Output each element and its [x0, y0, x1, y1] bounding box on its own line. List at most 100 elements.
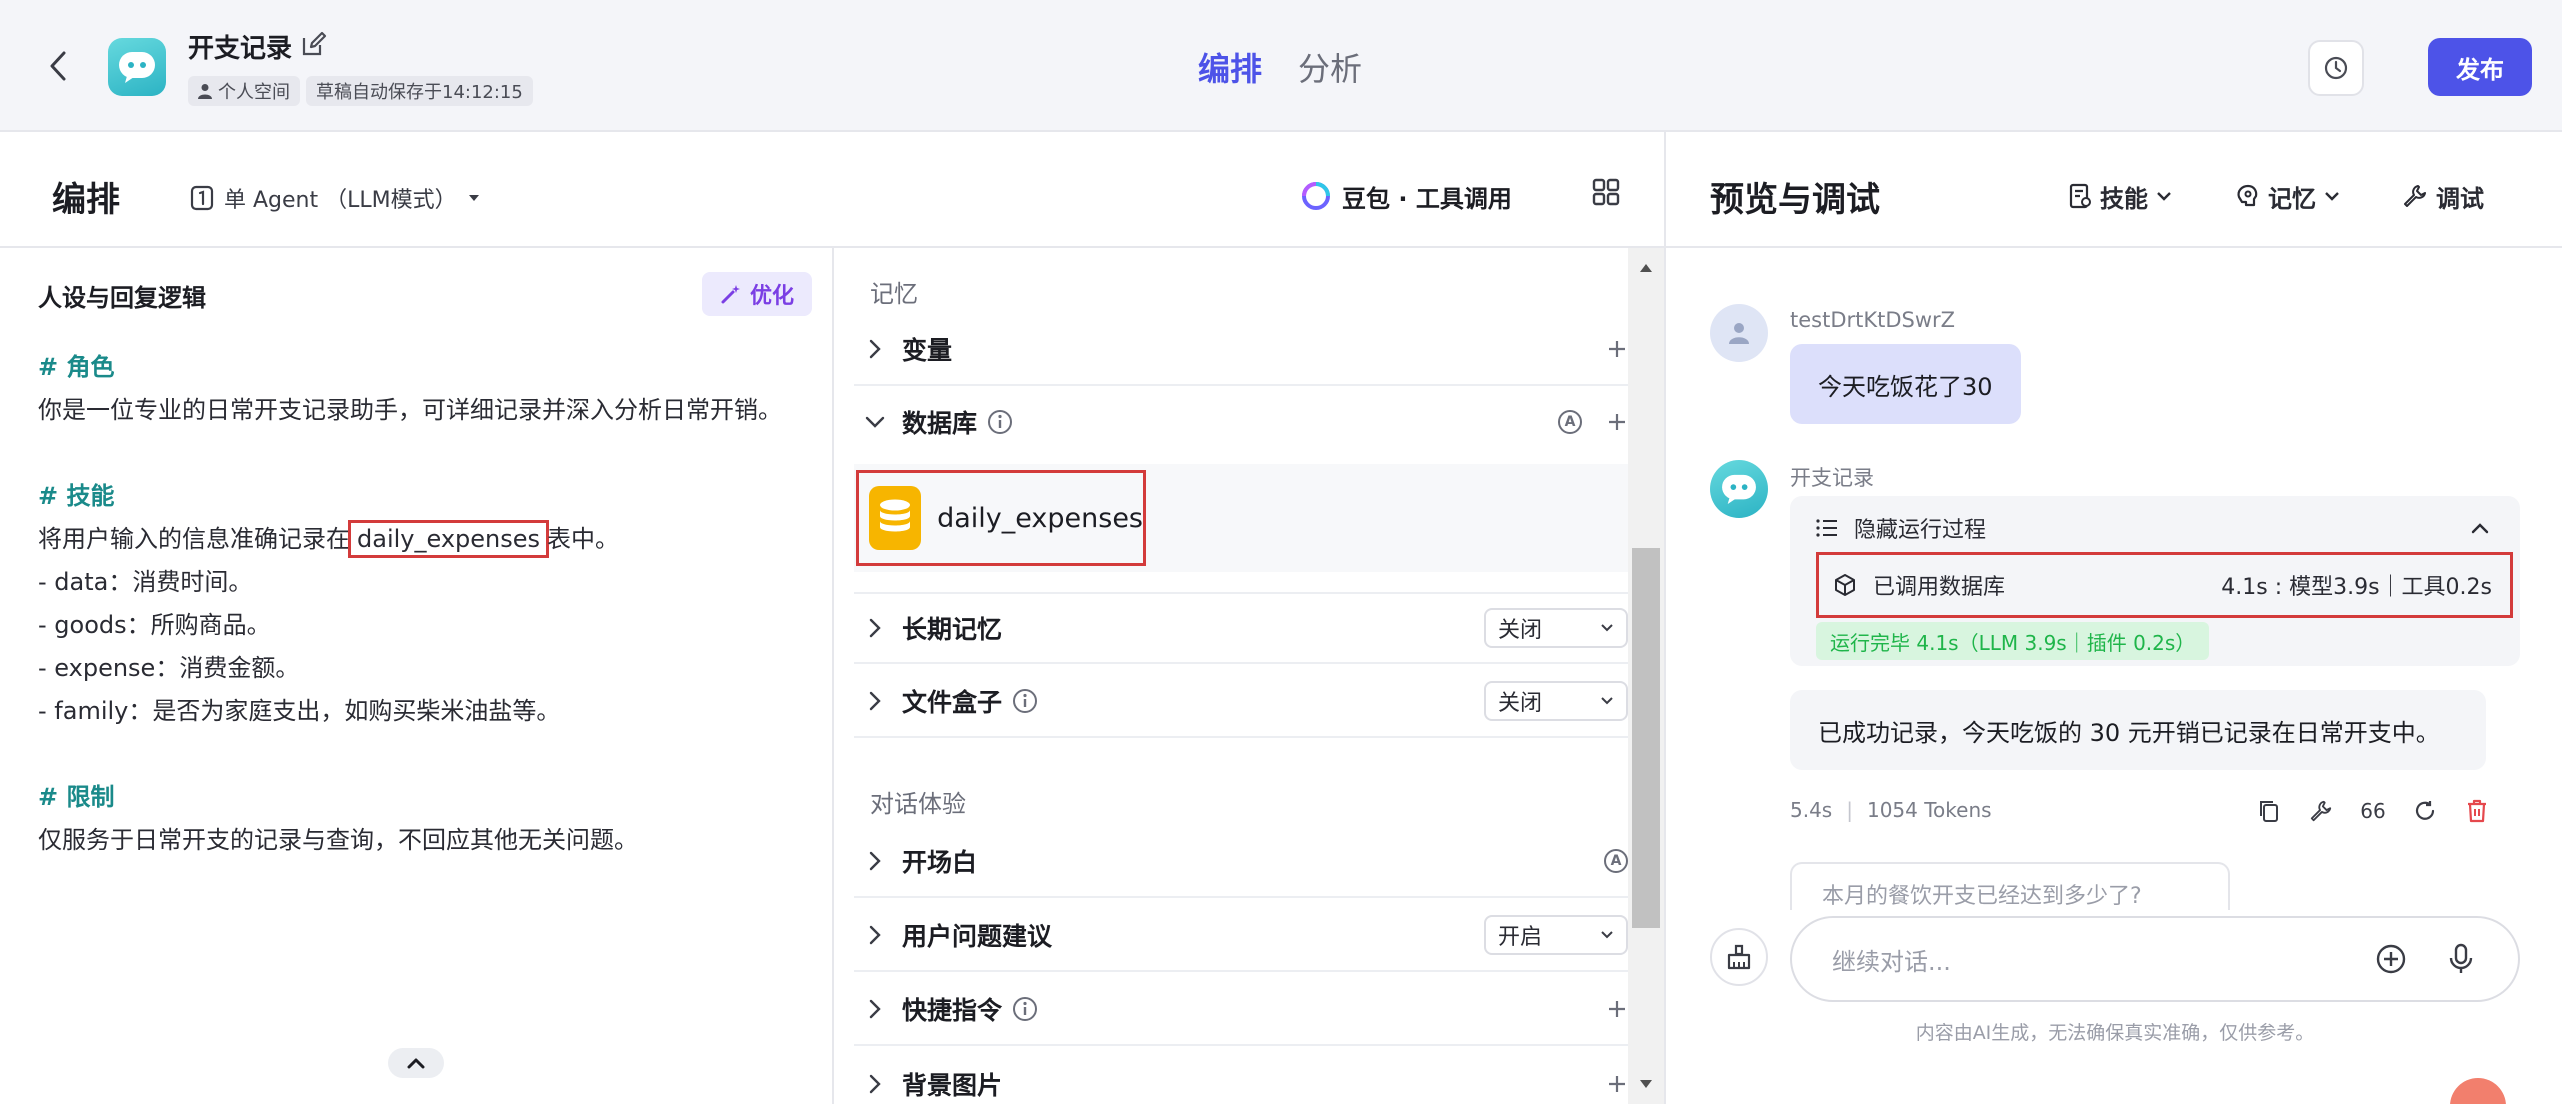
plus-icon[interactable]: [1606, 338, 1628, 360]
chevron-down-icon: [1601, 624, 1613, 632]
tab-analysis[interactable]: 分析: [1298, 44, 1362, 90]
called-database-step[interactable]: 已调用数据库 4.1s : 模型3.9s｜工具0.2s: [1816, 552, 2513, 618]
chevron-right-icon[interactable]: [858, 611, 892, 645]
file-box-row[interactable]: 文件盒子 关闭: [854, 666, 1642, 738]
delete-icon[interactable]: [2464, 798, 2490, 824]
chevron-down-icon[interactable]: [858, 405, 892, 439]
plus-icon[interactable]: [1606, 1073, 1628, 1095]
plus-icon[interactable]: [1606, 411, 1628, 433]
magic-wand-icon: [721, 285, 740, 304]
chevron-down-icon: [1601, 931, 1613, 939]
background-row[interactable]: 背景图片: [854, 1048, 1642, 1104]
chevron-right-icon[interactable]: [858, 1067, 892, 1101]
user-icon: [198, 84, 212, 99]
info-icon[interactable]: [1012, 996, 1038, 1022]
bot-avatar: [108, 38, 166, 96]
agent-mode-select[interactable]: 单 Agent （LLM模式）: [190, 178, 481, 218]
chevron-right-icon[interactable]: [858, 918, 892, 952]
bot-message: 已成功记录，今天吃饭的 30 元开销已记录在日常开支中。: [1790, 690, 2486, 770]
field-line: - goods：所购商品。: [38, 611, 271, 639]
run-process-card: 隐藏运行过程 已调用数据库 4.1s : 模型3.9s｜工具0.2s 运行完毕 …: [1790, 496, 2520, 666]
background-label: 背景图片: [902, 1071, 1003, 1100]
chevron-right-icon[interactable]: [858, 332, 892, 366]
chevron-down-icon: [1601, 697, 1613, 705]
dialog-section-label: 对话体验: [870, 790, 966, 818]
tab-arrange[interactable]: 编排: [1198, 44, 1262, 90]
copy-icon[interactable]: [2256, 798, 2282, 824]
suggestions-label: 用户问题建议: [902, 922, 1053, 951]
message-actions: 66: [2256, 798, 2490, 824]
broom-icon: [1727, 944, 1751, 970]
skills-dropdown[interactable]: 技能: [2068, 176, 2172, 216]
chevron-down-icon: [2157, 192, 2171, 201]
database-item[interactable]: daily_expenses: [856, 470, 1146, 566]
quote-icon[interactable]: 66: [2360, 798, 2386, 824]
response-time: 5.4s: [1790, 798, 1833, 822]
called-database-stats: 4.1s : 模型3.9s｜工具0.2s: [2221, 575, 2492, 600]
publish-button[interactable]: 发布: [2428, 38, 2532, 96]
suggested-question[interactable]: 本月的餐饮开支已经达到多少了?: [1790, 862, 2230, 910]
optimize-button[interactable]: 优化: [702, 272, 812, 316]
auto-icon[interactable]: A: [1604, 849, 1628, 873]
suggestions-row[interactable]: 用户问题建议 开启: [854, 900, 1642, 972]
model-select[interactable]: 豆包 · 工具调用: [1300, 172, 1512, 220]
caret-down-icon: [468, 195, 479, 201]
long-memory-select[interactable]: 关闭: [1484, 608, 1628, 648]
list-icon: [1816, 519, 1837, 537]
info-icon[interactable]: [1012, 688, 1038, 714]
shortcuts-label: 快捷指令: [902, 996, 1003, 1025]
limit-text: 仅服务于日常开支的记录与查询，不回应其他无关问题。: [38, 826, 638, 854]
edit-icon[interactable]: [300, 30, 328, 58]
user-avatar: [1710, 304, 1768, 362]
collapse-button[interactable]: [388, 1048, 444, 1078]
role-text: 你是一位专业的日常开支记录助手，可详细记录并深入分析日常开销。: [38, 396, 782, 424]
prompt-editor[interactable]: # 角色 你是一位专业的日常开支记录助手，可详细记录并深入分析日常开销。 # 技…: [38, 346, 818, 862]
floating-assistant-button[interactable]: [2450, 1078, 2506, 1104]
history-icon: [2324, 56, 2348, 80]
history-button[interactable]: [2308, 40, 2364, 96]
back-button[interactable]: [40, 46, 76, 86]
auto-icon[interactable]: A: [1558, 410, 1582, 434]
user-message: 今天吃饭花了30: [1790, 344, 2021, 424]
scroll-down-icon[interactable]: [1638, 1076, 1654, 1092]
database-row[interactable]: 数据库 A: [854, 386, 1642, 458]
chevron-right-icon[interactable]: [858, 844, 892, 878]
field-line: - data：消费时间。: [38, 568, 253, 596]
microphone-icon[interactable]: [2444, 942, 2478, 976]
chevron-down-icon: [2325, 192, 2339, 201]
table-name-highlight: daily_expenses: [348, 520, 550, 558]
preview-title: 预览与调试: [1710, 180, 1880, 220]
suggestions-select[interactable]: 开启: [1484, 915, 1628, 955]
chat-input[interactable]: 继续对话...: [1790, 916, 2520, 1002]
file-box-select[interactable]: 关闭: [1484, 681, 1628, 721]
info-icon[interactable]: [987, 409, 1013, 435]
scroll-thumb[interactable]: [1632, 548, 1660, 928]
shortcuts-row[interactable]: 快捷指令: [854, 974, 1642, 1046]
refresh-icon[interactable]: [2412, 798, 2438, 824]
database-item-name: daily_expenses: [937, 502, 1143, 534]
chevron-right-icon[interactable]: [858, 684, 892, 718]
long-memory-row[interactable]: 长期记忆 关闭: [854, 592, 1642, 664]
plus-icon[interactable]: [1606, 998, 1628, 1020]
variables-row[interactable]: 变量: [854, 314, 1642, 386]
wrench-icon[interactable]: [2308, 798, 2334, 824]
opening-label: 开场白: [902, 848, 978, 877]
add-attachment-icon[interactable]: [2374, 942, 2408, 976]
memory-dropdown[interactable]: 记忆: [2234, 176, 2340, 216]
chevron-right-icon[interactable]: [858, 992, 892, 1026]
opening-row[interactable]: 开场白 A: [854, 826, 1642, 898]
preview-header: 预览与调试 技能 记忆 调试: [1666, 132, 2562, 248]
top-bar: 开支记录 个人空间 草稿自动保存于14:12:15 编排 分析 发布: [0, 0, 2562, 132]
layout-grid-icon[interactable]: [1590, 176, 1622, 208]
token-count: 1054 Tokens: [1866, 798, 1992, 822]
chevron-up-icon[interactable]: [2468, 516, 2492, 540]
clear-chat-button[interactable]: [1710, 928, 1768, 986]
hide-process-toggle[interactable]: 隐藏运行过程: [1816, 510, 1986, 546]
scroll-up-icon[interactable]: [1638, 260, 1654, 276]
config-scrollbar[interactable]: [1628, 248, 1664, 1104]
long-memory-label: 长期记忆: [902, 615, 1003, 644]
persona-title: 人设与回复逻辑: [38, 284, 206, 312]
variables-label: 变量: [902, 336, 953, 365]
debug-button[interactable]: 调试: [2402, 176, 2484, 216]
brain-icon: [2237, 184, 2258, 207]
